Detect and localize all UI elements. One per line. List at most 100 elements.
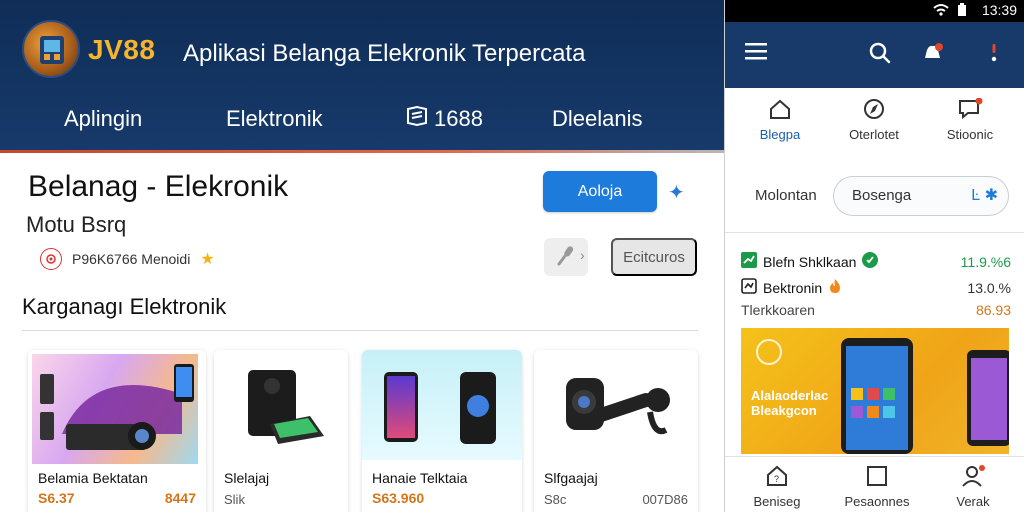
product-meta-secondary: 007D86 bbox=[642, 492, 688, 507]
stat-row[interactable]: Tlerkkoaren 86.93 bbox=[741, 302, 1011, 318]
stat-row[interactable]: Bektronin 13.0.% bbox=[741, 278, 1011, 297]
promo-text: Alalaoderlac Bleakgcon bbox=[751, 388, 828, 418]
page-subtitle: Motu Bsrq bbox=[26, 212, 127, 237]
seller-info[interactable]: P96K6766 Menoidi ★ bbox=[40, 248, 215, 270]
app-header: JV88 Aplikasi Belanga Elekronik Terperca… bbox=[0, 0, 724, 153]
bottom-nav-home[interactable]: ? Beniseg bbox=[727, 465, 827, 509]
search-action-icon[interactable]: Ŀ ✱ bbox=[971, 185, 998, 205]
desktop-app: JV88 Aplikasi Belanga Elekronik Terperca… bbox=[0, 0, 724, 512]
nav-label: Elektronik bbox=[226, 106, 323, 131]
battery-icon bbox=[957, 3, 967, 20]
more-options-icon[interactable] bbox=[991, 42, 997, 69]
fire-icon bbox=[828, 278, 842, 297]
product-image bbox=[214, 350, 348, 460]
brand-logo-icon[interactable] bbox=[22, 20, 80, 78]
stat-label: Blefn Shklkaan bbox=[763, 253, 857, 270]
seller-name: P96K6766 Menoidi bbox=[72, 251, 191, 267]
message-icon bbox=[957, 97, 983, 123]
user-icon bbox=[960, 465, 986, 490]
promo-line-2: Bleakgcon bbox=[751, 403, 817, 418]
product-image bbox=[362, 350, 522, 460]
square-icon bbox=[866, 466, 888, 490]
tab-home[interactable]: Blegpa bbox=[735, 98, 825, 142]
compass-icon bbox=[862, 99, 886, 123]
divider bbox=[22, 330, 698, 331]
mobile-app: 13:39 Blegpa Oterlotet Stioonic Molontan… bbox=[724, 0, 1024, 512]
product-meta: Slik bbox=[224, 492, 245, 507]
product-image bbox=[32, 354, 198, 464]
promo-line-1: Alalaoderlac bbox=[751, 388, 829, 403]
brand-name[interactable]: JV88 bbox=[88, 34, 155, 66]
product-image bbox=[534, 350, 694, 460]
document-icon bbox=[741, 278, 757, 297]
product-card[interactable]: Belamia Bektatan S6.37 8447 bbox=[28, 350, 206, 512]
quick-tabs: Blegpa Oterlotet Stioonic bbox=[725, 97, 1024, 154]
nav-label: 1688 bbox=[434, 106, 483, 131]
stat-value: 13.0.% bbox=[967, 279, 1011, 296]
product-price: S6.37 bbox=[38, 490, 75, 506]
tab-label: Blegpa bbox=[759, 127, 801, 142]
mobile-app-bar bbox=[725, 22, 1024, 88]
stat-label: Tlerkkoaren bbox=[741, 302, 815, 318]
stat-row[interactable]: Blefn Shklkaan 11.9.%6 bbox=[741, 252, 1011, 271]
bottom-nav-label: Verak bbox=[956, 494, 990, 509]
bottom-nav-label: Beniseg bbox=[753, 494, 801, 509]
product-name: Belamia Bektatan bbox=[38, 470, 148, 486]
bottom-nav-orders[interactable]: Pesaonnes bbox=[827, 465, 927, 509]
wifi-icon bbox=[933, 3, 949, 20]
product-card[interactable]: Slelajaj Slik bbox=[214, 350, 348, 512]
product-list: Belamia Bektatan S6.37 8447 Slelajaj Sli… bbox=[22, 350, 702, 512]
search-label: Molontan bbox=[755, 187, 817, 204]
product-price: S63.960 bbox=[372, 490, 425, 506]
nav-item-4[interactable]: Dleelanis bbox=[552, 106, 643, 132]
tab-label: Oterlotet bbox=[849, 127, 899, 142]
notification-icon[interactable] bbox=[921, 42, 945, 69]
bottom-nav-label: Pesaonnes bbox=[844, 494, 910, 509]
product-card[interactable]: Hanaie Telktaia S63.960 bbox=[362, 350, 522, 512]
screen: JV88 Aplikasi Belanga Elekronik Terperca… bbox=[0, 0, 1024, 512]
primary-action-button[interactable]: Aoloja bbox=[543, 171, 657, 212]
nav-item-3[interactable]: 1688 bbox=[406, 105, 483, 132]
product-price-secondary: 8447 bbox=[164, 490, 196, 506]
product-name: Slelajaj bbox=[224, 470, 270, 486]
stat-label: Bektronin bbox=[763, 279, 823, 296]
status-bar: 13:39 bbox=[725, 0, 1024, 22]
search-icon[interactable] bbox=[869, 42, 891, 69]
divider bbox=[725, 232, 1024, 233]
promo-banner[interactable]: Alalaoderlac Bleakgcon bbox=[741, 328, 1009, 454]
tab-explore[interactable]: Oterlotet bbox=[829, 98, 919, 142]
nav-item-1[interactable]: Aplingin bbox=[64, 106, 142, 132]
product-name: Slfgaajaj bbox=[544, 470, 598, 486]
section-title: Karganagı Elektronik bbox=[22, 294, 227, 319]
tab-label: Stioonic bbox=[946, 127, 994, 142]
status-icons bbox=[933, 3, 967, 20]
product-card[interactable]: ▸✕ Slfgaajaj S8c 007D86 bbox=[534, 350, 698, 512]
chevron-right-icon: › bbox=[580, 247, 585, 263]
home-icon bbox=[768, 99, 792, 123]
house-icon: ? bbox=[766, 465, 788, 490]
product-meta: S8c bbox=[544, 492, 567, 507]
status-time: 13:39 bbox=[981, 2, 1017, 18]
star-icon: ★ bbox=[200, 251, 215, 268]
seller-badge-icon bbox=[40, 248, 62, 270]
bottom-nav-account[interactable]: Verak bbox=[923, 465, 1023, 509]
nav-label: Aplingin bbox=[64, 106, 143, 131]
tab-messages[interactable]: Stioonic bbox=[925, 97, 1015, 142]
microphone-icon bbox=[555, 244, 577, 271]
menu-icon[interactable] bbox=[745, 42, 767, 65]
search-input[interactable] bbox=[852, 187, 962, 204]
search-row: Molontan Ŀ ✱ bbox=[739, 176, 1019, 218]
nav-label: Dleelanis bbox=[552, 106, 643, 131]
sparkle-icon[interactable]: ✦ bbox=[668, 180, 685, 205]
main-nav: Aplingin Elektronik 1688 Dleelanis bbox=[0, 100, 724, 140]
search-field[interactable]: Ŀ ✱ bbox=[833, 176, 1009, 216]
stat-value: 86.93 bbox=[975, 302, 1011, 318]
app-title: Aplikasi Belanga Elekronik Terpercata bbox=[183, 40, 586, 67]
stat-value: 11.9.%6 bbox=[960, 253, 1011, 270]
chart-icon bbox=[741, 252, 757, 271]
svg-text:?: ? bbox=[774, 474, 779, 484]
secondary-action-button[interactable]: Ecitcuros bbox=[611, 238, 697, 276]
product-name: Hanaie Telktaia bbox=[372, 470, 468, 486]
nav-item-2[interactable]: Elektronik bbox=[226, 106, 323, 132]
book-icon bbox=[406, 105, 428, 132]
